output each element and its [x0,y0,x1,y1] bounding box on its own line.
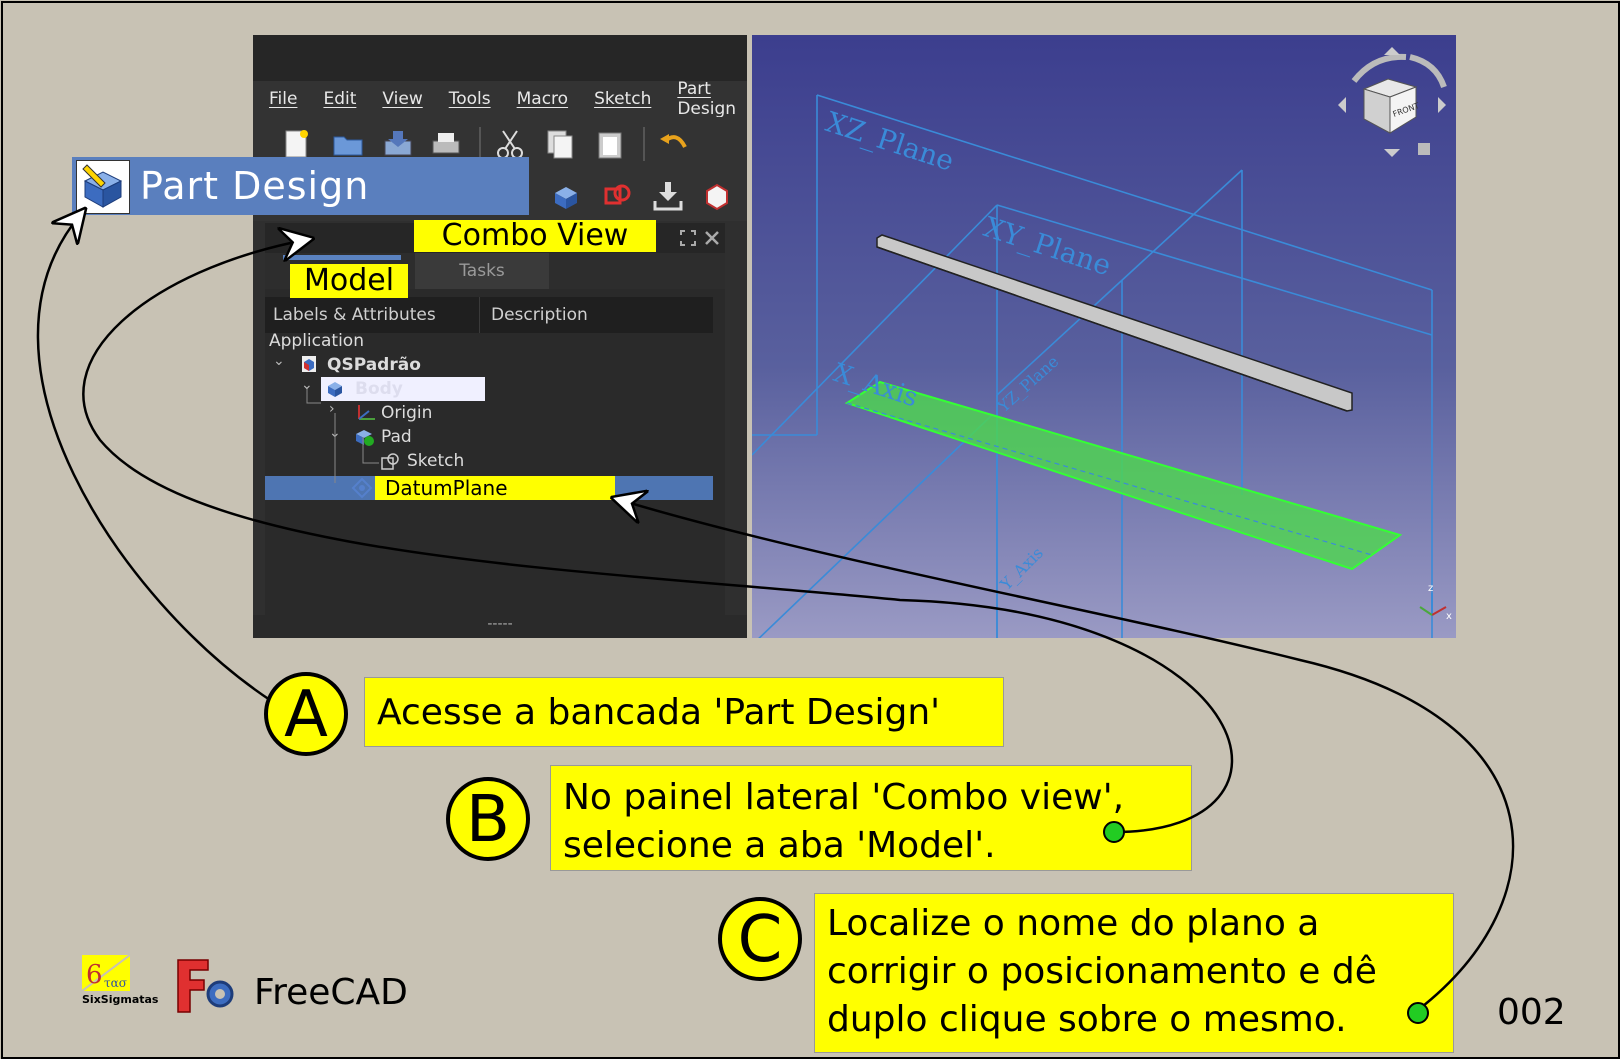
copy-icon[interactable] [543,127,577,161]
expand-arrow-icon[interactable]: ⌄ [329,425,341,441]
xz-plane-label: XZ_Plane [822,105,958,177]
toolbar-separator [479,127,481,161]
tree-application-label: Application [269,331,364,351]
close-icon[interactable] [703,229,721,247]
step-b-line-1: No painel lateral 'Combo view', [563,777,1125,818]
freecad-label: FreeCAD [254,972,408,1013]
step-c-badge: C [718,897,802,981]
arrow-right-icon [1438,97,1446,113]
body-icon [328,382,342,397]
tree-datum-plane-label[interactable]: DatumPlane [375,476,615,500]
expand-arrow-icon[interactable]: ⌄ [301,377,313,393]
step-b-text: No painel lateral 'Combo view', selecion… [550,765,1192,871]
step-b-badge: B [446,777,530,861]
tree-header: Labels & Attributes Description [265,297,713,333]
step-b-line-2: selecione a aba 'Model'. [563,825,996,866]
tab-model-indicator [283,255,401,260]
collapse-arrow-icon[interactable]: › [329,401,335,417]
sixsigmatas-logo-icon: 6 τασ [82,955,130,991]
menu-edit[interactable]: Edit [307,89,366,109]
save-icon[interactable] [381,127,415,161]
3d-viewport[interactable]: XZ_Plane XY_Plane YZ_Plane X_Axis Y_Axis… [752,35,1456,638]
tree-body-label[interactable]: Body [355,379,403,399]
workbench-selector[interactable]: Part Design [72,157,529,215]
import-icon[interactable] [651,179,685,213]
model-tree: Application ⌄ QSPadrão ⌄ Body › Origin ⌄… [265,331,713,593]
combo-view-callout: Combo View [414,220,656,252]
float-icon[interactable] [679,229,697,247]
xy-plane-label: XY_Plane [980,210,1115,282]
cut-icon[interactable] [493,127,527,161]
axis-triad: z x [1419,583,1452,622]
print-icon[interactable] [429,127,463,161]
step-c-line-3: duplo clique sobre o mesmo. [827,999,1347,1040]
workbench-icon-frame [76,160,130,214]
svg-text:τασ: τασ [104,976,127,990]
pad-icon [356,430,374,446]
rotate-left-icon [1351,53,1407,83]
title-bar [253,35,747,81]
step-c-text: Localize o nome do plano a corrigir o po… [814,893,1454,1053]
sixsigmatas-label: SixSigmatas [82,993,159,1006]
toolbar-separator [643,127,645,161]
arrow-up-icon [1384,47,1400,55]
panel-resize-grip[interactable]: ----- [253,615,747,638]
tab-tasks[interactable]: Tasks [415,253,549,289]
svg-text:z: z [1428,583,1433,594]
tutorial-slide: File Edit View Tools Macro Sketch Part D… [0,0,1620,1059]
freecad-window: File Edit View Tools Macro Sketch Part D… [253,35,747,638]
menu-bar: File Edit View Tools Macro Sketch Part D… [253,79,747,119]
menu-file[interactable]: File [253,89,307,109]
menu-part-design[interactable]: Part Design [661,79,747,119]
column-description[interactable]: Description [491,297,691,333]
sketch-icon [381,453,399,470]
y-axis-label: Y_Axis [996,543,1047,594]
step-c-line-1: Localize o nome do plano a [827,903,1320,944]
svg-text:x: x [1446,611,1452,622]
page-number: 002 [1497,992,1566,1033]
tree-body-editbox[interactable] [321,377,485,401]
menu-tools[interactable]: Tools [433,89,501,109]
svg-text:6: 6 [86,960,103,990]
tree-pad-label[interactable]: Pad [381,427,412,447]
step-a-text: Acesse a bancada 'Part Design' [364,677,1004,747]
step-c-line-2: corrigir o posicionamento e dê [827,951,1377,992]
datum-plane-icon [351,477,373,499]
document-icon [302,356,316,372]
view-menu-icon [1418,143,1430,155]
open-folder-icon[interactable] [331,127,365,161]
menu-macro[interactable]: Macro [501,89,578,109]
part-design-workbench-icon [82,164,123,208]
arrow-down-icon [1384,149,1400,157]
freecad-logo-icon [177,959,234,1013]
step-b-dot [1103,821,1125,843]
part-feature-icon[interactable] [701,179,735,213]
step-c-dot [1407,1002,1429,1024]
sixsigmatas-logo: 6 τασ SixSigmatas [82,955,159,1009]
step-a-badge: A [264,672,348,756]
menu-sketch[interactable]: Sketch [578,89,661,109]
create-sketch-icon[interactable] [601,179,635,213]
column-labels-attributes[interactable]: Labels & Attributes [273,297,480,333]
new-document-icon[interactable] [279,127,313,161]
tree-sketch-label[interactable]: Sketch [407,451,464,471]
expand-arrow-icon[interactable]: ⌄ [273,353,285,369]
tree-document-label[interactable]: QSPadrão [327,355,421,375]
rotate-right-icon [1409,54,1447,89]
tab-model[interactable]: Model [290,264,408,298]
origin-icon [358,405,375,420]
arrow-left-icon [1338,97,1346,113]
workbench-label: Part Design [140,164,370,208]
navigation-cube[interactable]: FRONT [1332,43,1452,163]
tree-origin-label[interactable]: Origin [381,403,432,423]
paste-icon[interactable] [593,127,627,161]
menu-view[interactable]: View [366,89,432,109]
yz-plane-label: YZ_Plane [993,352,1062,417]
undo-icon[interactable] [657,127,691,161]
create-body-icon[interactable] [549,179,583,213]
